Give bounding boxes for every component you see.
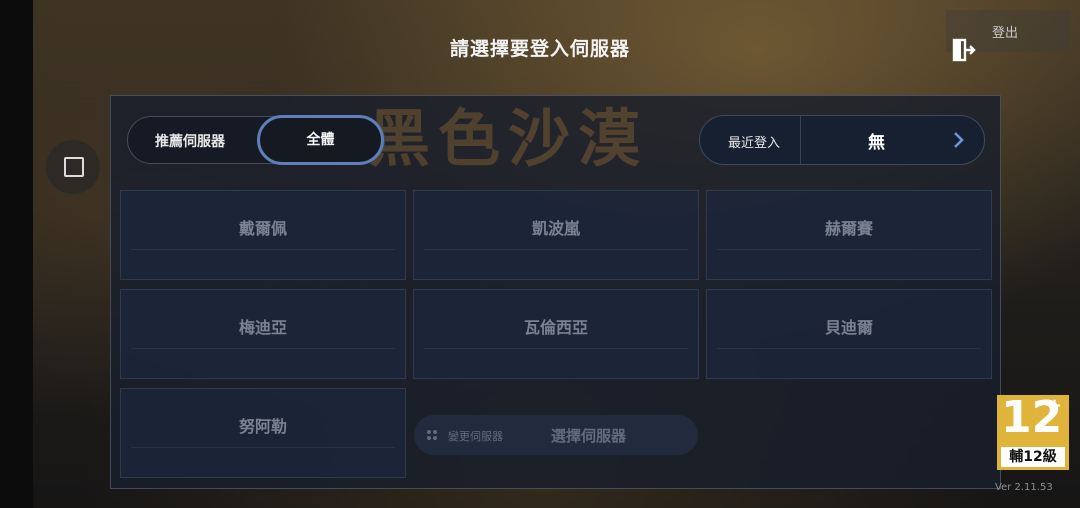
server-name: 凱波嵐	[531, 219, 580, 238]
card-divider	[717, 249, 981, 250]
card-divider	[424, 249, 688, 250]
version-text: Ver 2.11.53	[995, 482, 1053, 493]
card-divider	[717, 348, 981, 349]
recent-login-value: 無	[868, 133, 885, 153]
age-rating-badge: 12 + 輔12級	[997, 393, 1069, 470]
server-card[interactable]: 努阿勒	[120, 388, 406, 478]
server-card[interactable]: 瓦倫西亞	[413, 289, 699, 379]
overlay-menu-button[interactable]	[46, 140, 100, 194]
tab-all[interactable]: 全體	[257, 115, 384, 165]
choose-server-label: 選擇伺服器	[551, 427, 627, 445]
gamepad-icon	[427, 430, 437, 440]
page-title: 請選擇要登入伺服器	[449, 38, 630, 60]
card-divider	[131, 348, 395, 349]
server-card[interactable]: 凱波嵐	[413, 190, 699, 280]
server-card[interactable]: 赫爾賽	[706, 190, 992, 280]
square-icon	[64, 157, 84, 177]
card-divider	[131, 447, 395, 448]
game-logo-watermark: 黑色沙漠	[368, 102, 649, 175]
rating-plus: +	[1047, 395, 1063, 416]
card-divider	[131, 249, 395, 250]
server-name: 赫爾賽	[824, 219, 873, 238]
logout-icon[interactable]	[952, 38, 976, 62]
chevron-right-icon[interactable]	[950, 130, 966, 150]
tab-recommended[interactable]: 推薦伺服器	[155, 131, 225, 151]
recent-login-label: 最近登入	[728, 136, 781, 151]
select-server-bar[interactable]: 變更伺服器 選擇伺服器	[414, 415, 698, 455]
server-name: 瓦倫西亞	[523, 318, 588, 337]
server-card[interactable]: 貝迪爾	[706, 289, 992, 379]
server-name: 戴爾佩	[238, 219, 287, 238]
server-name: 努阿勒	[238, 417, 287, 436]
server-name: 梅迪亞	[238, 318, 287, 337]
rating-label: 輔12級	[1001, 447, 1065, 467]
recent-divider	[800, 116, 801, 164]
server-card[interactable]: 梅迪亞	[120, 289, 406, 379]
card-divider	[424, 348, 688, 349]
server-name: 貝迪爾	[824, 318, 873, 337]
server-card[interactable]: 戴爾佩	[120, 190, 406, 280]
left-edge-bar	[0, 0, 33, 508]
change-server-label: 變更伺服器	[448, 430, 503, 443]
